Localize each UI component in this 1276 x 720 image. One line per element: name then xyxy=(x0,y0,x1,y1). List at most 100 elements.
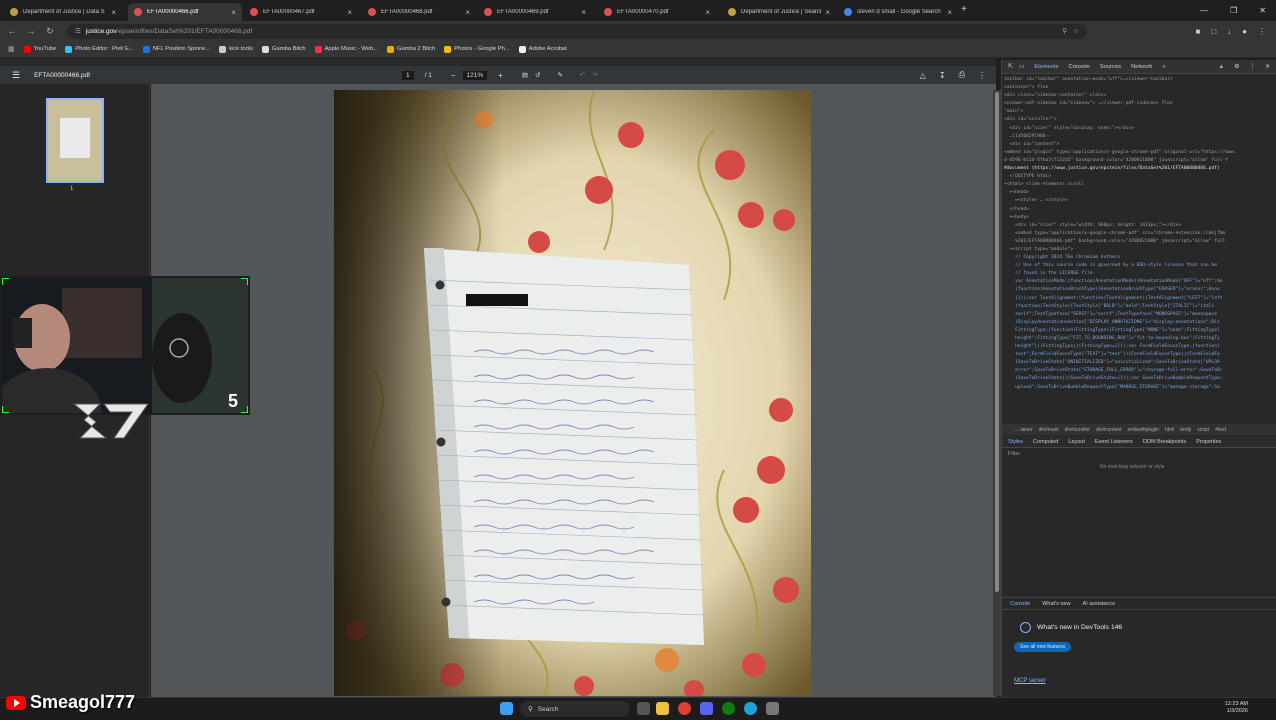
drawer-tab[interactable]: What's new xyxy=(1042,601,1070,607)
breadcrumb-item[interactable]: … lainer xyxy=(1014,427,1033,433)
chrome-icon[interactable] xyxy=(678,702,691,715)
annotate-icon[interactable]: ✎ xyxy=(557,71,562,79)
forward-icon[interactable]: → xyxy=(24,26,38,36)
tab-close-icon[interactable]: × xyxy=(825,8,830,17)
download-icon[interactable]: ↓ xyxy=(1227,27,1231,36)
tab-close-icon[interactable]: × xyxy=(231,8,236,17)
dom-line[interactable]: FittingType;(function(FittingType){Fitti… xyxy=(1004,327,1274,335)
zoom-in-icon[interactable]: + xyxy=(498,71,503,80)
bookmark[interactable]: YouTube xyxy=(23,45,56,53)
dom-line[interactable]: upload";SaveToDriveBubbleRequestType["MA… xyxy=(1004,384,1274,392)
dom-line[interactable]: serif";TextTypeface["SERIF"]="serif";Tex… xyxy=(1004,311,1274,319)
dom-line[interactable]: <div id="sizer" style="display: none;"><… xyxy=(1004,125,1274,133)
tab-close-icon[interactable]: × xyxy=(347,8,352,17)
styles-subtab[interactable]: Layout xyxy=(1068,439,1085,445)
print-icon[interactable]: ⎙ xyxy=(959,70,965,80)
tab[interactable]: EFTA00000470.pdf × xyxy=(598,3,716,21)
save-to-drive-icon[interactable]: △ xyxy=(920,71,926,80)
redo-icon[interactable]: ↷ xyxy=(592,71,597,79)
bookmark[interactable]: Apple Music - Web... xyxy=(314,45,378,53)
dom-line[interactable]: ▾<script type="module"> xyxy=(1004,246,1274,254)
dom-line[interactable]: "main"> xyxy=(1004,108,1274,116)
breadcrumb-item[interactable]: div#main xyxy=(1039,427,1059,433)
bookmark[interactable]: Photos - Google Ph... xyxy=(444,45,510,53)
warnings-icon[interactable]: ▲ xyxy=(1218,64,1224,70)
dom-line[interactable]: <!DOCTYPE html> xyxy=(1004,173,1274,181)
devtools-menu-icon[interactable]: ⋮ xyxy=(1249,64,1255,70)
dom-line[interactable]: ▸<head> xyxy=(1004,189,1274,197)
see-all-features-button[interactable]: See all new features xyxy=(1014,642,1072,652)
devtools-settings-icon[interactable]: ⚙ xyxy=(1234,64,1239,70)
dom-line[interactable]: // found in the LICENSE file. xyxy=(1004,270,1274,278)
dom-line[interactable]: // Copyright 2024 The Chromium Authors xyxy=(1004,254,1274,262)
dom-line[interactable]: ▸<style> … </style> xyxy=(1004,197,1274,205)
tab[interactable]: steven d small - Google Search × xyxy=(838,3,958,21)
tab-close-icon[interactable]: × xyxy=(705,8,710,17)
dom-line[interactable]: ▾<html> slide-elements scroll xyxy=(1004,181,1274,189)
page-thumbnail[interactable] xyxy=(46,98,104,183)
xbox-icon[interactable] xyxy=(722,702,735,715)
taskbar-search[interactable]: ⚲ Search xyxy=(520,701,630,717)
pdf-menu-icon[interactable]: ☰ xyxy=(12,70,20,81)
breadcrumb-item[interactable]: script xyxy=(1197,427,1209,433)
dom-line[interactable]: <div id="content"> xyxy=(1004,141,1274,149)
undo-icon[interactable]: ↶ xyxy=(580,71,585,79)
tab[interactable]: Department of Justice | Search × xyxy=(722,3,836,21)
breadcrumb-item[interactable]: div#scroller xyxy=(1065,427,1090,433)
viewer-scrollbar-thumb[interactable] xyxy=(995,92,999,592)
dom-line[interactable]: ▾<body> xyxy=(1004,214,1274,222)
devtools-tab[interactable]: Sources xyxy=(1100,64,1121,70)
devtools-tab[interactable]: Network xyxy=(1131,64,1152,70)
dom-tree[interactable]: toolbar id="toolbar" annotation-mode="of… xyxy=(1004,76,1274,428)
tab[interactable]: EFTA00000467.pdf × xyxy=(244,3,358,21)
tab[interactable]: EFTA00000469.pdf × xyxy=(478,3,592,21)
styles-subtab[interactable]: DOM Breakpoints xyxy=(1143,439,1186,445)
bookmark[interactable]: Gamba 2 Bitch xyxy=(386,45,435,53)
dom-line[interactable]: (SaveToDriveState||(SaveToDriveState={})… xyxy=(1004,375,1274,383)
dom-line[interactable]: <div id="sizer" style="width: 960px; hei… xyxy=(1004,222,1274,230)
rotate-icon[interactable]: ↺ xyxy=(535,71,540,79)
dom-line[interactable]: (function(TextStyle){TextStyle["BOLD"]="… xyxy=(1004,303,1274,311)
tab-close-icon[interactable]: × xyxy=(947,8,952,17)
menu-icon[interactable]: ⋮ xyxy=(1258,27,1266,36)
apps-icon[interactable]: ▦ xyxy=(8,45,15,53)
dom-line[interactable]: {SaveToDriveState["UNINITIALIZED"]="unin… xyxy=(1004,359,1274,367)
devtools-tab[interactable]: Console xyxy=(1069,64,1090,70)
side-panel-icon[interactable]: □ xyxy=(1211,27,1216,36)
styles-subtab[interactable]: Computed xyxy=(1033,439,1058,445)
dom-line[interactable]: (function(AnnotationBrushType){Annotatio… xyxy=(1004,286,1274,294)
zoom-input[interactable]: 121% xyxy=(462,70,488,80)
drawer-tab[interactable]: AI assistance xyxy=(1082,601,1115,607)
edge-icon[interactable] xyxy=(744,702,757,715)
more-tabs-icon[interactable]: » xyxy=(1162,64,1165,70)
tab-close-icon[interactable]: × xyxy=(465,8,470,17)
devtools-close-icon[interactable]: ✕ xyxy=(1265,64,1270,70)
file-explorer-icon[interactable] xyxy=(656,702,669,715)
breadcrumb-item[interactable]: div#content xyxy=(1096,427,1122,433)
dom-line[interactable]: text";FormFieldFocusType["TEXT"]="text"}… xyxy=(1004,351,1274,359)
back-icon[interactable]: ← xyxy=(5,26,19,36)
bookmark[interactable]: kick tools xyxy=(219,45,253,53)
bookmark[interactable]: Adobe Acrobat xyxy=(518,45,567,53)
discord-icon[interactable] xyxy=(700,702,713,715)
dom-line[interactable]: toolbar id="toolbar" annotation-mode="of… xyxy=(1004,76,1274,84)
dom-line[interactable]: container"> flex xyxy=(1004,84,1274,92)
dom-line[interactable]: …l1$568291986-- xyxy=(1004,133,1274,141)
restore-icon[interactable]: ❐ xyxy=(1230,6,1237,15)
mcp-server-link[interactable]: MCP server xyxy=(1014,678,1046,684)
breadcrumb-item[interactable]: body xyxy=(1180,427,1191,433)
dom-line[interactable]: <viewer-pdf-sidenav id="sidenav"> …</vie… xyxy=(1004,100,1274,108)
dom-line[interactable]: error";SaveToDriveState["STORAGE_FULL_ER… xyxy=(1004,367,1274,375)
drawer-tab[interactable]: Console xyxy=(1010,601,1030,607)
bookmark[interactable]: Photo Editor : Pixlr E... xyxy=(65,45,134,53)
dom-line[interactable]: height"})(FittingType||(FittingType={}))… xyxy=(1004,343,1274,351)
dom-line[interactable]: </head> xyxy=(1004,206,1274,214)
breadcrumb-item[interactable]: html xyxy=(1165,427,1174,433)
dom-line[interactable]: %201/EFTA00000466.pdf" background-color=… xyxy=(1004,238,1274,246)
minimize-icon[interactable]: — xyxy=(1200,6,1208,15)
dom-line[interactable]: <embed id="plugin" type="application/x-g… xyxy=(1004,149,1274,157)
dom-line[interactable]: d-4596-b11d-5fba7cf152d3" background-col… xyxy=(1004,157,1274,165)
extensions-icon[interactable]: ■ xyxy=(1195,27,1200,36)
tab[interactable]: EFTA00000466.pdf × xyxy=(128,3,242,21)
new-tab-button[interactable]: + xyxy=(961,4,967,15)
